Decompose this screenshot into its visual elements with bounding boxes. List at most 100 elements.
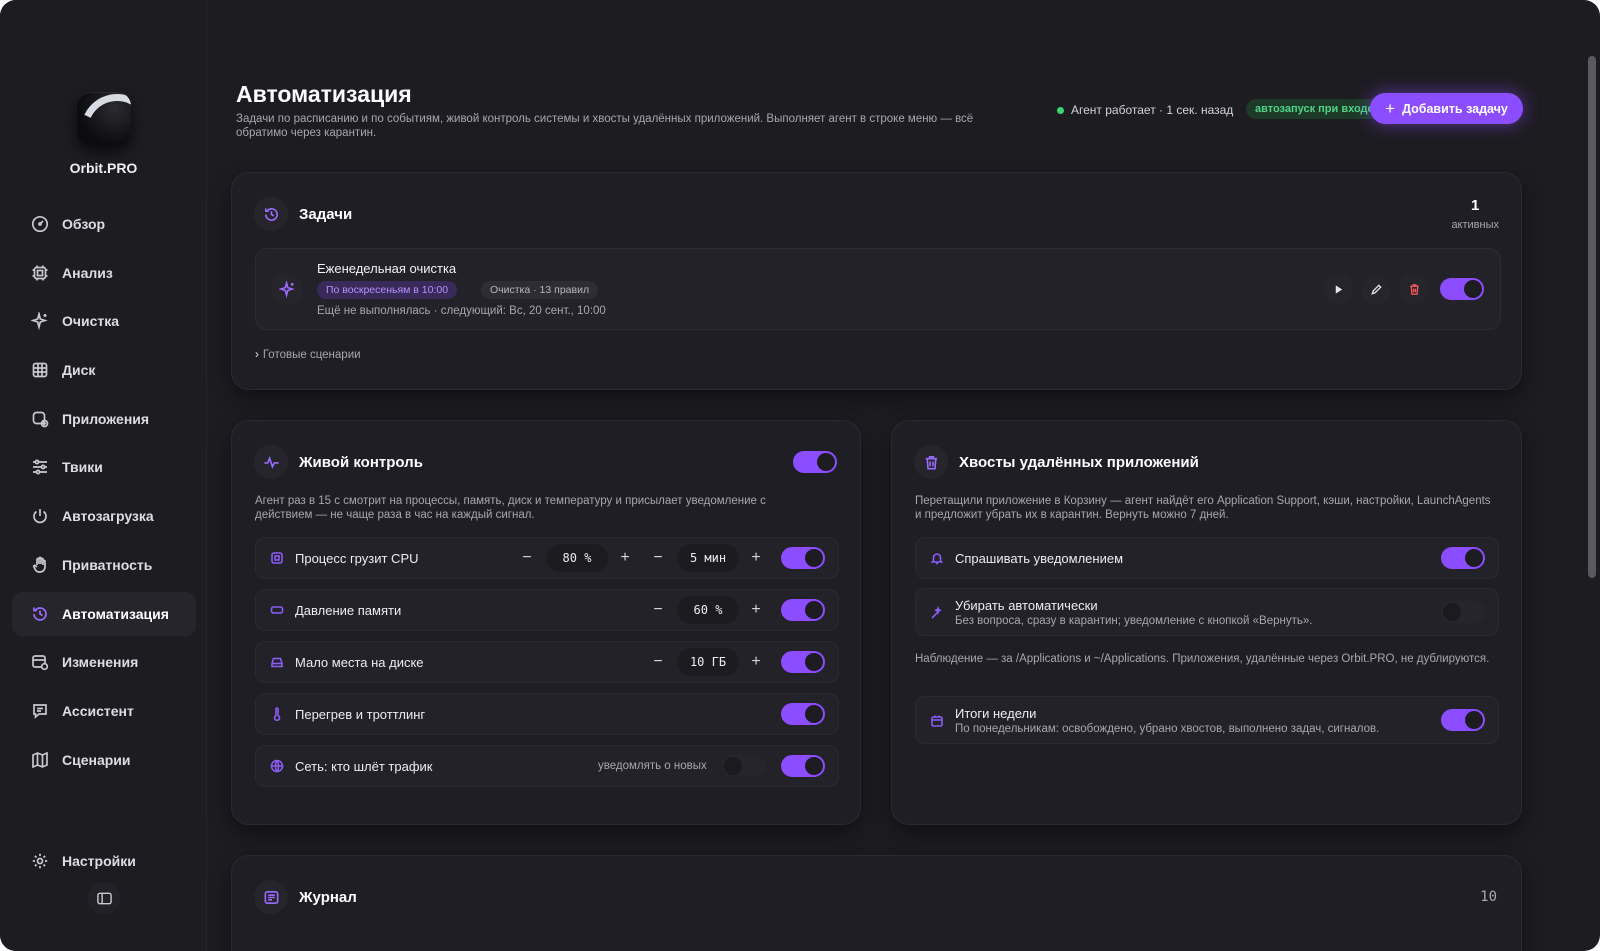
rule-label: Перегрев и троттлинг	[295, 707, 426, 722]
agent-status: Агент работает · 1 сек. назад	[1057, 103, 1233, 117]
memory-threshold-decrement[interactable]: −	[645, 597, 671, 623]
task-enabled-toggle[interactable]	[1440, 278, 1484, 300]
cpu-threshold-decrement[interactable]: −	[514, 545, 540, 571]
app-logo	[77, 92, 131, 146]
disk-threshold-value[interactable]: 10 ГБ	[677, 648, 739, 676]
auto-remove-label: Убирать автоматически	[955, 598, 1098, 613]
sidebar: Orbit.PRO Обзор Анализ Очистка Диск Прил…	[0, 0, 207, 951]
map-icon	[31, 751, 49, 769]
rule-row-thermal: Перегрев и троттлинг	[255, 693, 839, 735]
sidebar-item-analysis[interactable]: Анализ	[12, 251, 196, 295]
cpu-duration-value[interactable]: 5 мин	[677, 544, 739, 572]
disk-rule-toggle[interactable]	[781, 651, 825, 673]
main-content: Автоматизация Задачи по расписанию и по …	[207, 0, 1600, 951]
tasks-card: Задачи 1 активных Еженедельная очистка П…	[231, 172, 1522, 390]
sidebar-item-label: Обзор	[62, 216, 106, 232]
memory-threshold-increment[interactable]: +	[743, 597, 769, 623]
page-title: Автоматизация	[236, 81, 412, 107]
network-rule-toggle[interactable]	[781, 755, 825, 777]
weekly-summary-label: Итоги недели	[955, 706, 1037, 721]
memory-threshold-value[interactable]: 60 %	[677, 596, 739, 624]
history-icon	[31, 605, 49, 623]
rule-label: Сеть: кто шлёт трафик	[295, 759, 433, 774]
rule-row-disk: Мало места на диске − 10 ГБ +	[255, 641, 839, 683]
cpu-duration-increment[interactable]: +	[743, 545, 769, 571]
plus-icon: +	[1385, 98, 1396, 118]
run-task-button[interactable]	[1323, 274, 1353, 304]
cpu-threshold-value[interactable]: 80 %	[546, 544, 608, 572]
task-name: Еженедельная очистка	[317, 261, 457, 276]
journal-card: Журнал 10	[231, 855, 1522, 951]
disk-threshold-decrement[interactable]: −	[645, 649, 671, 675]
play-icon	[1335, 284, 1342, 294]
notify-new-toggle[interactable]	[722, 755, 766, 777]
rule-label: Давление памяти	[295, 603, 402, 618]
auto-wand-icon	[930, 605, 944, 620]
ready-scenarios-label: Готовые сценарии	[262, 349, 361, 361]
sidebar-item-disk[interactable]: Диск	[12, 348, 196, 392]
thermal-rule-toggle[interactable]	[781, 703, 825, 725]
sidebar-item-changes[interactable]: Изменения	[12, 640, 196, 684]
sidebar-item-scenarios[interactable]: Сценарии	[12, 738, 196, 782]
chevron-right-icon: ›	[255, 349, 259, 361]
sidebar-item-settings[interactable]: Настройки	[12, 839, 196, 883]
sidebar-item-label: Приватность	[62, 556, 153, 573]
hand-icon	[31, 556, 49, 574]
disk-threshold-increment[interactable]: +	[743, 649, 769, 675]
scrollbar[interactable]	[1588, 56, 1596, 578]
trash-icon	[1409, 283, 1419, 295]
sidebar-item-apps[interactable]: Приложения	[12, 397, 196, 441]
ready-scenarios-link[interactable]: › Готовые сценарии	[255, 349, 361, 361]
journal-count: 10	[1480, 889, 1497, 905]
ask-notification-label: Спрашивать уведомлением	[955, 551, 1124, 566]
agent-status-text: Агент работает · 1 сек. назад	[1071, 103, 1234, 117]
sidebar-toggle-button[interactable]	[88, 882, 120, 914]
cpu-threshold-increment[interactable]: +	[612, 545, 638, 571]
delete-task-button[interactable]	[1399, 274, 1429, 304]
add-task-button[interactable]: + Добавить задачу	[1370, 93, 1523, 124]
app-tails-description: Перетащили приложение в Корзину — агент …	[915, 495, 1491, 521]
sidebar-item-autostart[interactable]: Автозагрузка	[12, 494, 196, 538]
sidebar-item-tweaks[interactable]: Твики	[12, 445, 196, 489]
sidebar-item-label: Анализ	[62, 264, 113, 281]
active-count-value: 1	[1471, 197, 1480, 214]
sidebar-item-automation[interactable]: Автоматизация	[12, 591, 196, 636]
weekly-summary-toggle[interactable]	[1441, 709, 1485, 731]
globe-icon	[270, 759, 284, 773]
chip-icon	[31, 264, 49, 282]
sidebar-item-label: Диск	[62, 362, 96, 379]
sidebar-item-cleanup[interactable]: Очистка	[12, 299, 196, 343]
weekly-summary-sub: По понедельникам: освобождено, убрано хв…	[955, 723, 1380, 735]
active-tasks-counter: 1 активных	[1451, 197, 1499, 231]
power-icon	[31, 507, 49, 525]
sidebar-item-assistant[interactable]: Ассистент	[12, 689, 196, 733]
live-control-card: Живой контроль Агент раз в 15 с смотрит …	[231, 420, 861, 825]
sidebar-item-label: Очистка	[62, 313, 120, 330]
task-meta: Ещё не выполнялась · следующий: Вс, 20 с…	[317, 305, 606, 317]
auto-remove-sub: Без вопроса, сразу в карантин; уведомлен…	[955, 615, 1313, 627]
task-category-badge: Очистка · 13 правил	[481, 281, 599, 299]
cpu-duration-decrement[interactable]: −	[645, 545, 671, 571]
notify-new-label: уведомлять о новых	[598, 760, 707, 772]
edit-task-button[interactable]	[1361, 274, 1391, 304]
chat-icon	[31, 702, 49, 720]
task-row[interactable]: Еженедельная очистка По воскресеньям в 1…	[255, 248, 1501, 330]
calendar-icon	[930, 714, 944, 728]
pulse-icon	[254, 445, 288, 479]
tasks-title: Задачи	[299, 206, 353, 223]
cpu-rule-toggle[interactable]	[781, 547, 825, 569]
live-control-description: Агент раз в 15 с смотрит на процессы, па…	[255, 495, 766, 521]
sidebar-item-privacy[interactable]: Приватность	[12, 543, 196, 587]
sidebar-item-label: Настройки	[62, 853, 136, 869]
live-control-toggle[interactable]	[793, 451, 837, 473]
sidebar-item-label: Приложения	[62, 410, 150, 427]
app-name: Orbit.PRO	[69, 160, 138, 176]
ask-notification-toggle[interactable]	[1441, 547, 1485, 569]
sidebar-item-label: Изменения	[62, 654, 139, 671]
rule-row-cpu: Процесс грузит CPU − 80 % + − 5 мин +	[255, 537, 839, 579]
sidebar-item-overview[interactable]: Обзор	[12, 202, 196, 246]
memory-rule-toggle[interactable]	[781, 599, 825, 621]
auto-remove-toggle[interactable]	[1441, 601, 1485, 623]
rule-label: Мало места на диске	[295, 655, 424, 670]
changes-icon	[31, 653, 49, 671]
